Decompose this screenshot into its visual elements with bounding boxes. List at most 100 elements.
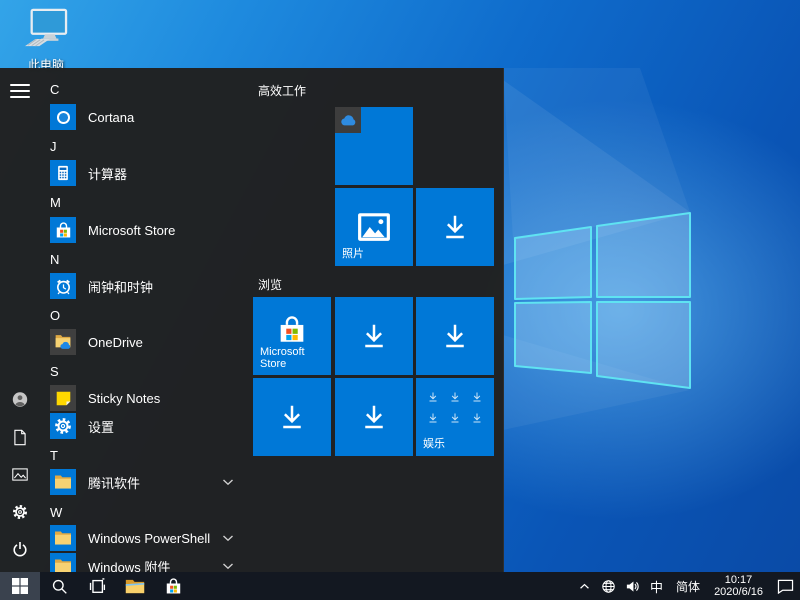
network-button[interactable] <box>596 572 620 600</box>
ime-mode-button[interactable]: 中 <box>644 572 669 600</box>
power-button[interactable] <box>12 541 28 557</box>
download-arrow-icon <box>335 297 413 375</box>
hidden-icons-button[interactable] <box>572 572 596 600</box>
tile-label: 照片 <box>342 245 364 261</box>
tile-pending-download[interactable] <box>416 297 494 375</box>
onedrive-icon <box>50 329 76 355</box>
app-item-microsoft-store[interactable]: Microsoft Store <box>50 217 175 243</box>
network-globe-icon <box>601 579 616 594</box>
chevron-up-icon <box>579 583 590 590</box>
windows-start-icon <box>12 578 28 594</box>
chevron-down-icon[interactable] <box>222 478 234 486</box>
file-explorer-button[interactable] <box>116 572 154 600</box>
tile-label: 娱乐 <box>423 435 445 451</box>
download-arrow-icon <box>416 297 494 375</box>
user-account-button[interactable] <box>12 391 28 407</box>
app-label: 腾讯软件 <box>88 473 140 492</box>
tile-onedrive[interactable] <box>335 107 413 185</box>
ime-mode-label: 中 <box>650 577 663 596</box>
tile-group-title[interactable]: 浏览 <box>258 276 282 293</box>
settings-icon <box>50 413 76 439</box>
user-icon <box>12 391 28 408</box>
app-list-letter[interactable]: M <box>50 195 80 210</box>
app-label: 闹钟和时钟 <box>88 277 153 296</box>
task-view-button[interactable] <box>78 572 116 600</box>
gear-icon <box>12 504 28 520</box>
app-folder-tencent[interactable]: 腾讯软件 <box>50 469 140 495</box>
action-center-icon <box>777 579 794 594</box>
app-item-sticky-notes[interactable]: Sticky Notes <box>50 385 160 411</box>
clock-time: 10:17 <box>714 574 763 586</box>
clock-button[interactable]: 10:17 2020/6/16 <box>707 572 770 600</box>
download-arrow-icon <box>253 378 331 456</box>
taskbar-store-button[interactable] <box>154 572 192 600</box>
app-list-letter[interactable]: J <box>50 139 80 154</box>
tile-microsoft-store[interactable]: Microsoft Store <box>253 297 331 375</box>
document-icon <box>13 429 27 446</box>
start-button[interactable] <box>0 572 40 600</box>
chevron-down-icon[interactable] <box>222 562 234 570</box>
volume-button[interactable] <box>620 572 644 600</box>
tile-pending-download[interactable] <box>335 378 413 456</box>
download-arrow-icon <box>416 188 494 266</box>
tile-photos[interactable]: 照片 <box>335 188 413 266</box>
action-center-button[interactable] <box>770 572 800 600</box>
onedrive-cloud-badge <box>335 107 361 133</box>
task-view-icon <box>88 577 106 595</box>
app-item-alarms-clock[interactable]: 闹钟和时钟 <box>50 273 153 299</box>
clock-date: 2020/6/16 <box>714 586 763 598</box>
tile-pending-download[interactable] <box>253 378 331 456</box>
folder-icon <box>50 469 76 495</box>
tile-label: Microsoft Store <box>260 346 331 370</box>
app-item-calculator[interactable]: 计算器 <box>50 160 127 186</box>
power-icon <box>12 541 28 557</box>
download-arrow-icon <box>335 378 413 456</box>
store-icon <box>50 217 76 243</box>
chevron-down-icon[interactable] <box>222 534 234 542</box>
pictures-icon <box>12 468 28 481</box>
windows-logo <box>515 213 690 388</box>
documents-button[interactable] <box>12 429 28 445</box>
tile-pending-download[interactable] <box>335 297 413 375</box>
cortana-icon <box>50 104 76 130</box>
app-item-cortana[interactable]: Cortana <box>50 104 134 130</box>
settings-rail-button[interactable] <box>12 504 28 520</box>
app-label: Microsoft Store <box>88 223 175 238</box>
system-tray: 中 简体 10:17 2020/6/16 <box>572 572 800 600</box>
file-explorer-icon <box>125 578 145 595</box>
app-item-settings[interactable]: 设置 <box>50 413 114 439</box>
start-menu: C Cortana J 计算器 M Microsoft Store <box>0 68 504 572</box>
app-list-letter[interactable]: C <box>50 82 80 97</box>
ime-language-label: 简体 <box>676 578 700 595</box>
this-pc-icon <box>23 8 69 50</box>
desktop-icon-this-pc[interactable]: 此电脑 <box>12 8 80 70</box>
folder-tile-previews <box>422 386 488 428</box>
tile-folder-entertainment[interactable]: 娱乐 <box>416 378 494 456</box>
app-label: 设置 <box>88 417 114 436</box>
speaker-icon <box>625 579 640 594</box>
app-label: Cortana <box>88 110 134 125</box>
app-label: Sticky Notes <box>88 391 160 406</box>
app-list-letter[interactable]: N <box>50 252 80 267</box>
app-list-letter[interactable]: S <box>50 364 80 379</box>
app-list-letter[interactable]: T <box>50 448 80 463</box>
app-folder-powershell[interactable]: Windows PowerShell <box>50 525 210 551</box>
calculator-icon <box>50 160 76 186</box>
tile-pending-download[interactable] <box>416 188 494 266</box>
menu-expand-button[interactable] <box>10 84 30 98</box>
alarm-clock-icon <box>50 273 76 299</box>
taskbar-search-button[interactable] <box>40 572 78 600</box>
app-list-letter[interactable]: O <box>50 308 80 323</box>
store-bag-icon <box>164 577 183 596</box>
sticky-notes-icon <box>50 385 76 411</box>
taskbar: 中 简体 10:17 2020/6/16 <box>0 572 800 600</box>
app-label: OneDrive <box>88 335 143 350</box>
pictures-button[interactable] <box>12 466 28 482</box>
app-item-onedrive[interactable]: OneDrive <box>50 329 143 355</box>
search-icon <box>51 578 68 595</box>
app-label: Windows PowerShell <box>88 531 210 546</box>
tile-group-title[interactable]: 高效工作 <box>258 82 306 99</box>
ime-language-button[interactable]: 简体 <box>669 572 707 600</box>
app-list-letter[interactable]: W <box>50 505 80 520</box>
folder-icon <box>50 525 76 551</box>
